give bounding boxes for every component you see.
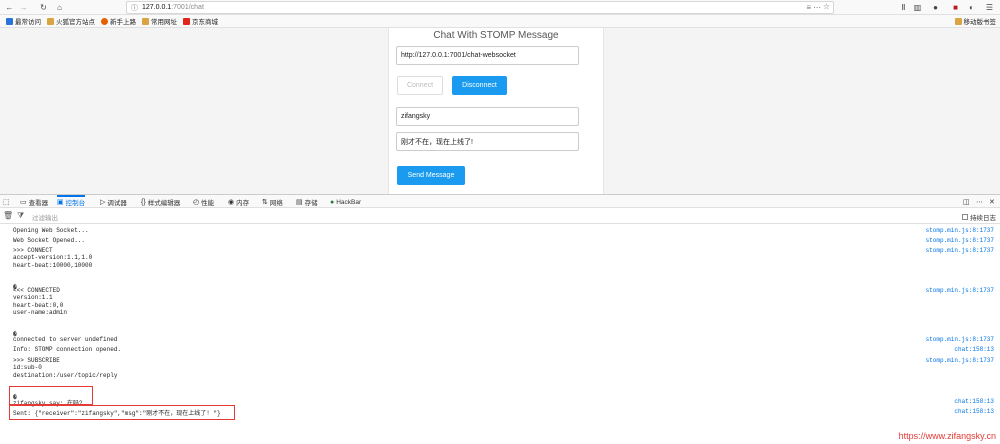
console-source-link[interactable]: stomp.min.js:8:1737	[926, 336, 994, 343]
page-title: Chat With STOMP Message	[433, 30, 559, 41]
console-line: destination:/user/topic/reply	[13, 371, 118, 379]
more-actions-icon[interactable]: ⋯	[813, 3, 821, 12]
tab-performance[interactable]: ◴ 性能	[193, 195, 214, 209]
console-source-link[interactable]: chat:158:13	[954, 346, 994, 353]
url-host: 127.0.0.1	[142, 4, 172, 11]
inspector-icon: ▭	[20, 199, 27, 206]
tab-memory[interactable]: ◉ 内存	[228, 195, 249, 209]
close-devtools-icon[interactable]: ✕	[989, 195, 997, 209]
console-source-link[interactable]: stomp.min.js:8:1737	[926, 237, 994, 244]
bookmarks-bar: 最常访问 火狐官方站点 新手上路 常用网址 京东商城 移动版书签	[0, 15, 1000, 28]
disconnect-button[interactable]: Disconnect	[452, 76, 507, 95]
folder-icon	[47, 17, 54, 25]
library-icon[interactable]: Ⅱ	[898, 2, 909, 13]
tab-console[interactable]: ▣ 控制台	[57, 195, 86, 209]
console-line: Info: STOMP connection opened.	[13, 346, 122, 353]
sidebar-icon[interactable]: ▥	[912, 2, 923, 13]
url-path: :7001/chat	[171, 4, 204, 11]
bookmark-star-icon[interactable]: ☆	[823, 2, 830, 11]
console-line: >>> CONNECT	[13, 247, 53, 254]
jd-logo-icon	[183, 17, 190, 25]
site-info-icon[interactable]: ⓘ	[131, 3, 138, 13]
send-message-button[interactable]: Send Message	[397, 166, 465, 185]
console-source-link[interactable]: chat:158:13	[954, 398, 994, 405]
pick-element-icon[interactable]: ⬚	[3, 195, 12, 209]
highlight-box	[9, 405, 235, 420]
watermark: https://www.zifangsky.cn	[898, 431, 996, 441]
highlight-box	[9, 386, 93, 405]
reader-view-icon[interactable]: ≡	[806, 3, 811, 12]
browser-toolbar: ← → ↻ ⌂ ⓘ 127.0.0.1:7001/chat ≡ ⋯ ☆ Ⅱ ▥ …	[0, 0, 1000, 15]
performance-icon: ◴	[193, 199, 200, 206]
filter-icon[interactable]: ⧩	[17, 211, 24, 221]
devtools-menu-icon[interactable]: ⋯	[976, 195, 985, 209]
console-line: Opening Web Socket...	[13, 227, 89, 234]
bookmark-firefox-site[interactable]: 火狐官方站点	[47, 16, 95, 26]
connect-button[interactable]: Connect	[397, 76, 443, 95]
console-line: user-name:admin	[13, 308, 68, 316]
bookmark-most-visited[interactable]: 最常访问	[6, 16, 41, 26]
extension-icon[interactable]: ■	[950, 2, 961, 13]
console-line: Web Socket Opened...	[13, 237, 86, 244]
console-line: heart-beat:0,0	[13, 301, 64, 309]
checkbox-icon[interactable]	[962, 214, 968, 220]
dock-side-icon[interactable]: ◫	[963, 195, 972, 209]
message-input[interactable]: 刚才不在，现在上线了!	[396, 132, 579, 151]
forward-icon[interactable]: →	[18, 2, 29, 13]
trash-icon[interactable]: 🗑	[3, 211, 13, 220]
console-source-link[interactable]: stomp.min.js:8:1737	[926, 247, 994, 254]
firefox-icon	[101, 17, 108, 25]
console-source-link[interactable]: stomp.min.js:8:1737	[926, 227, 994, 234]
console-source-link[interactable]: chat:158:13	[954, 408, 994, 415]
persist-logs-toggle[interactable]: 持续日志	[962, 212, 996, 222]
tab-network[interactable]: ⇅ 网络	[262, 195, 283, 209]
console-source-link[interactable]: stomp.min.js:8:1737	[926, 357, 994, 364]
debugger-icon: ▷	[100, 199, 106, 206]
console-line: >>> SUBSCRIBE	[13, 357, 60, 364]
tab-storage[interactable]: ▤ 存储	[296, 195, 318, 209]
bookmark-getting-started[interactable]: 新手上路	[101, 16, 136, 26]
console-line: connected to server undefined	[13, 336, 118, 343]
menu-icon[interactable]: ☰	[984, 2, 995, 13]
tab-hackbar[interactable]: ● HackBar	[330, 195, 361, 209]
tab-inspector[interactable]: ▭ 查看器	[20, 195, 48, 209]
bookmark-common-sites[interactable]: 常用网址	[142, 16, 177, 26]
sync-icon[interactable]: ●	[930, 2, 941, 13]
bookmark-jd[interactable]: 京东商城	[183, 16, 218, 26]
devtools-toolbar: ⬚ ▭ 查看器 ▣ 控制台 ▷ 调试器 {} 样式编辑器 ◴ 性能 ◉ 内存 ⇅ 网络 ▤ 存储…	[0, 194, 1000, 208]
style-editor-icon: {}	[141, 198, 146, 206]
reload-icon[interactable]: ↻	[38, 2, 49, 13]
console-line: version:1.1	[13, 294, 53, 302]
home-icon[interactable]: ⌂	[54, 2, 65, 13]
console-filter-bar: 🗑 ⧩ 过滤输出 持续日志	[0, 208, 1000, 224]
hackbar-icon: ●	[330, 198, 335, 206]
console-source-link[interactable]: stomp.min.js:8:1737	[926, 287, 994, 294]
console-line: heart-beat:10000,10000	[13, 261, 93, 269]
console-line: <<< CONNECTED	[13, 287, 60, 294]
folder-icon	[954, 17, 962, 25]
network-icon: ⇅	[262, 199, 268, 206]
tab-style-editor[interactable]: {} 样式编辑器	[141, 195, 180, 209]
folder-icon	[142, 17, 149, 25]
console-line: id:sub-0	[13, 364, 42, 372]
storage-icon: ▤	[296, 199, 303, 206]
gear-icon	[6, 17, 13, 25]
filter-input[interactable]: 过滤输出	[32, 212, 58, 222]
server-url-input[interactable]: http://127.0.0.1:7001/chat-websocket	[396, 46, 579, 65]
console-line: accept-version:1.1,1.0	[13, 254, 93, 262]
extension-2-icon[interactable]: ◐	[966, 2, 977, 13]
receiver-input[interactable]: zifangsky	[396, 107, 579, 126]
memory-icon: ◉	[228, 199, 235, 206]
mobile-bookmarks[interactable]: 移动版书签	[954, 16, 996, 26]
tab-debugger[interactable]: ▷ 调试器	[100, 195, 127, 209]
back-icon[interactable]: ←	[4, 2, 15, 13]
console-icon: ▣	[57, 199, 64, 206]
url-bar[interactable]: ⓘ 127.0.0.1:7001/chat ≡ ⋯ ☆	[126, 1, 834, 14]
